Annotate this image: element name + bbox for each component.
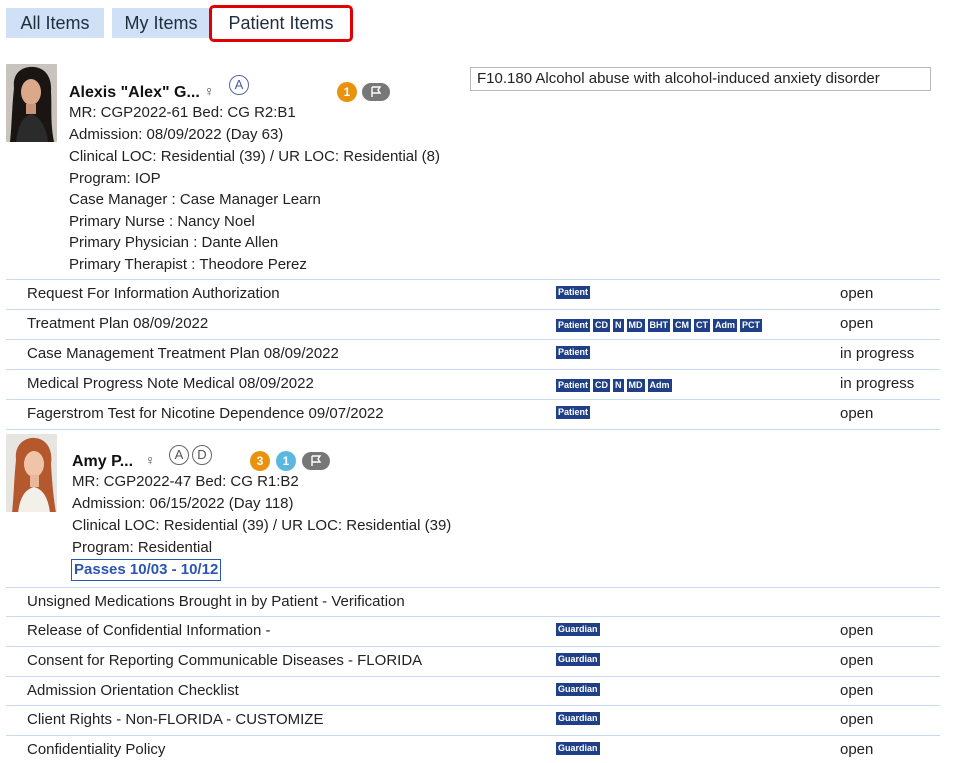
- list-item[interactable]: Confidentiality Policy Guardian open: [6, 735, 940, 763]
- case-manager-line: Case Manager : Case Manager Learn: [69, 191, 321, 208]
- tag: CT: [694, 319, 711, 332]
- tag: Adm: [713, 319, 738, 332]
- item-title: Request For Information Authorization: [27, 285, 280, 302]
- item-tags: Guardian: [556, 623, 603, 637]
- patient-name[interactable]: Amy P...: [72, 453, 133, 471]
- female-symbol-icon: ♀: [204, 83, 215, 99]
- item-title: Admission Orientation Checklist: [27, 682, 239, 699]
- flag-icon[interactable]: [302, 452, 330, 470]
- program-line: Program: Residential: [72, 539, 213, 556]
- tag: N: [613, 379, 624, 392]
- primary-nurse-line: Primary Nurse : Nancy Noel: [69, 213, 255, 230]
- circle-letter-a-icon[interactable]: A: [169, 445, 189, 465]
- list-item[interactable]: Admission Orientation Checklist Guardian…: [6, 676, 940, 706]
- item-tags: Guardian: [556, 742, 603, 756]
- loc-line: Clinical LOC: Residential (39) / UR LOC:…: [72, 517, 452, 534]
- tag: BHT: [647, 319, 671, 332]
- tag: Guardian: [556, 623, 600, 636]
- program-line: Program: IOP: [69, 170, 161, 187]
- item-status: open: [840, 622, 874, 639]
- item-status: open: [840, 315, 874, 332]
- item-status: open: [840, 405, 874, 422]
- tag: Patient: [556, 346, 591, 359]
- flag-icon[interactable]: [362, 83, 390, 101]
- item-tags: Guardian: [556, 653, 603, 667]
- tag: CD: [593, 379, 611, 392]
- mr-bed-line: MR: CGP2022-47 Bed: CG R1:B2: [72, 473, 299, 490]
- tag: Guardian: [556, 683, 600, 696]
- diagnosis-field[interactable]: F10.180 Alcohol abuse with alcohol-induc…: [470, 67, 931, 91]
- item-status: open: [840, 711, 874, 728]
- item-status: in progress: [840, 345, 915, 362]
- list-item[interactable]: Fagerstrom Test for Nicotine Dependence …: [6, 399, 940, 429]
- item-status: open: [840, 682, 874, 699]
- tag: Patient: [556, 286, 591, 299]
- item-title: Medical Progress Note Medical 08/09/2022: [27, 375, 314, 392]
- tag: MD: [626, 379, 645, 392]
- item-tags: Patient: [556, 286, 593, 300]
- item-status: in progress: [840, 375, 915, 392]
- list-item[interactable]: Medical Progress Note Medical 08/09/2022…: [6, 369, 940, 399]
- patient-photo[interactable]: [6, 64, 57, 142]
- item-title: Treatment Plan 08/09/2022: [27, 315, 209, 332]
- item-tags: Patient CD N MD Adm: [556, 379, 675, 393]
- item-tags: Guardian: [556, 683, 603, 697]
- list-item[interactable]: Consent for Reporting Communicable Disea…: [6, 646, 940, 676]
- loc-line: Clinical LOC: Residential (39) / UR LOC:…: [69, 148, 440, 165]
- tag: Patient: [556, 319, 591, 332]
- list-item[interactable]: Case Management Treatment Plan 08/09/202…: [6, 339, 940, 369]
- mr-bed-line: MR: CGP2022-61 Bed: CG R2:B1: [69, 104, 296, 121]
- tag: CD: [593, 319, 611, 332]
- tab-my-items[interactable]: My Items: [112, 8, 210, 38]
- item-status: open: [840, 285, 874, 302]
- tag: Adm: [647, 379, 672, 392]
- admission-line: Admission: 06/15/2022 (Day 118): [72, 495, 294, 512]
- item-title: Case Management Treatment Plan 08/09/202…: [27, 345, 339, 362]
- item-tags: Patient: [556, 346, 593, 360]
- tag: CM: [673, 319, 692, 332]
- list-item[interactable]: Request For Information Authorization Pa…: [6, 279, 940, 309]
- item-title: Release of Confidential Information -: [27, 622, 271, 639]
- patient-photo[interactable]: [6, 434, 57, 512]
- tag: Guardian: [556, 742, 600, 755]
- alert-count-badge[interactable]: 3: [250, 451, 270, 471]
- tag: N: [613, 319, 624, 332]
- item-title: Unsigned Medications Brought in by Patie…: [27, 593, 405, 610]
- list-item[interactable]: Release of Confidential Information - Gu…: [6, 616, 940, 646]
- list-item[interactable]: Client Rights - Non-FLORIDA - CUSTOMIZE …: [6, 705, 940, 735]
- circle-letter-d-icon[interactable]: D: [192, 445, 212, 465]
- tag: MD: [626, 319, 645, 332]
- list-item[interactable]: Treatment Plan 08/09/2022 Patient CD N MD BH…: [6, 309, 940, 339]
- divider: [6, 429, 940, 430]
- info-count-badge[interactable]: 1: [276, 451, 296, 471]
- item-tags: Patient: [556, 406, 593, 420]
- item-status: open: [840, 741, 874, 758]
- tab-all-items[interactable]: All Items: [6, 8, 104, 38]
- admission-line: Admission: 08/09/2022 (Day 63): [69, 126, 284, 143]
- item-title: Client Rights - Non-FLORIDA - CUSTOMIZE: [27, 711, 324, 728]
- item-title: Consent for Reporting Communicable Disea…: [27, 652, 423, 669]
- item-status: open: [840, 652, 874, 669]
- circle-letter-a-icon[interactable]: A: [229, 75, 249, 95]
- tag: PCT: [740, 319, 763, 332]
- female-symbol-icon: ♀: [145, 452, 156, 468]
- patient-name[interactable]: Alexis "Alex" G...: [69, 84, 200, 102]
- item-title: Confidentiality Policy: [27, 741, 166, 758]
- tag: Patient: [556, 379, 591, 392]
- primary-physician-line: Primary Physician : Dante Allen: [69, 234, 279, 251]
- tag: Guardian: [556, 712, 600, 725]
- primary-therapist-line: Primary Therapist : Theodore Perez: [69, 256, 307, 273]
- tag: Guardian: [556, 653, 600, 666]
- list-item[interactable]: Unsigned Medications Brought in by Patie…: [6, 587, 940, 617]
- tag: Patient: [556, 406, 591, 419]
- alert-count-badge[interactable]: 1: [337, 82, 357, 102]
- tab-patient-items[interactable]: Patient Items: [209, 5, 353, 42]
- item-tags: Guardian: [556, 712, 603, 726]
- passes-link[interactable]: Passes 10/03 - 10/12: [71, 559, 222, 581]
- item-tags: Patient CD N MD BHT CM CT Adm PCT: [556, 319, 765, 333]
- item-title: Fagerstrom Test for Nicotine Dependence …: [27, 405, 384, 422]
